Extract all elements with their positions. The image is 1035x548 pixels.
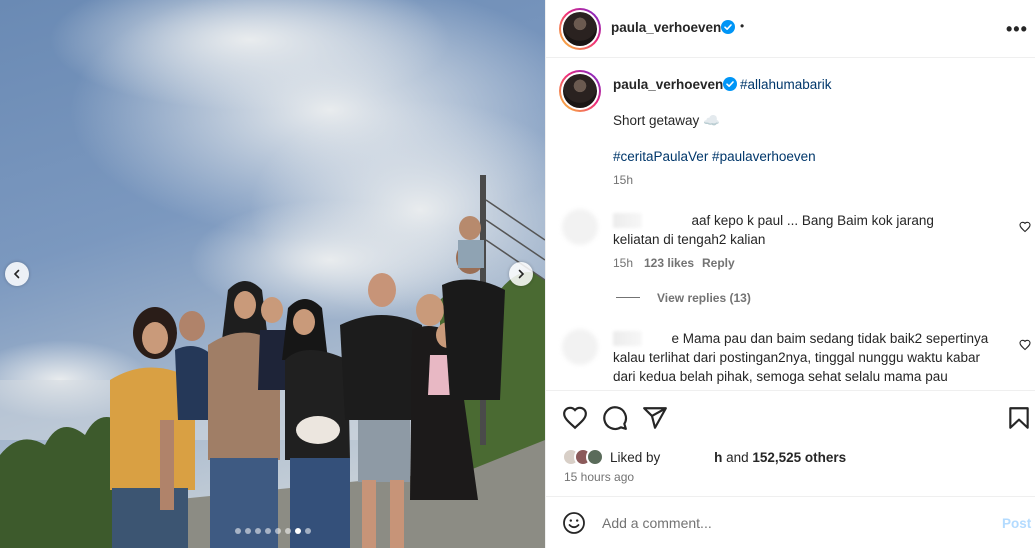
comment-text-line: kalau terlihat dari postingan2nya, tingg… (613, 350, 980, 365)
caption-username[interactable]: paula_verhoeven (613, 77, 723, 92)
comment-avatar[interactable] (562, 329, 598, 365)
bookmark-icon[interactable] (1006, 405, 1032, 431)
carousel-dot (274, 528, 281, 534)
add-comment-bar: Post (546, 496, 1035, 548)
caption-hashtag[interactable]: #allahumabarik (740, 77, 832, 92)
caption-hashtags[interactable]: #ceritaPaulaVer #paulaverhoeven (613, 149, 816, 164)
carousel-indicator (0, 528, 545, 534)
comment-text: user aaf kepo k paul ... Bang Baim kok ja… (613, 213, 934, 228)
comment-avatar[interactable] (562, 209, 598, 245)
carousel-next-button[interactable] (509, 262, 533, 286)
reply-button[interactable]: Reply (702, 256, 735, 270)
comment-username[interactable]: user (613, 331, 642, 346)
comment-username[interactable]: user (613, 213, 642, 228)
carousel-prev-button[interactable] (5, 262, 29, 286)
post-time-ago[interactable]: 15 hours ago (564, 470, 634, 484)
share-icon[interactable] (642, 405, 668, 431)
comment-time: 15h (613, 256, 634, 270)
verified-icon (723, 77, 737, 91)
comment-text-line: keliatan di tengah2 kalian (613, 232, 766, 247)
post-actions: Liked by h and 152,525 others 15 hours a… (546, 390, 1035, 496)
heart-icon[interactable] (1019, 221, 1031, 233)
heart-icon[interactable] (1019, 339, 1031, 351)
comment-text-line: aaf kepo k paul ... Bang Baim kok jarang (691, 213, 934, 228)
liker-username[interactable]: h (714, 450, 722, 465)
likes-count[interactable]: 152,525 others (752, 450, 846, 465)
carousel-dot (234, 528, 241, 534)
heart-icon[interactable] (562, 405, 588, 431)
carousel-dot (254, 528, 261, 534)
comment-icon[interactable] (602, 405, 628, 431)
post-side-panel: paula_verhoeven • ••• paula_verhoeven #a… (545, 0, 1035, 548)
comment-text-line: dari kedua belah pihak, semoga sehat sel… (613, 369, 948, 384)
likes-connector: and (726, 449, 749, 465)
view-replies-button[interactable]: View replies (13) (657, 291, 751, 305)
header-username[interactable]: paula_verhoeven (611, 20, 721, 35)
replies-divider (616, 297, 640, 298)
chevron-right-icon (518, 269, 525, 279)
header-separator: • (740, 19, 745, 33)
post-photo (0, 0, 545, 548)
likes-summary: Liked by h and 152,525 others (562, 445, 846, 469)
comment-text: user e Mama pau dan baim sedang tidak bai… (613, 331, 988, 346)
comments-list: paula_verhoeven #allahumabarik Short get… (546, 59, 1035, 389)
caption-time: 15h (613, 173, 634, 187)
comment-input[interactable] (602, 509, 982, 537)
more-options-button[interactable]: ••• (1006, 19, 1028, 40)
comment-text-line: e Mama pau dan baim sedang tidak baik2 s… (671, 331, 989, 346)
likes-text: Liked by h and 152,525 others (610, 450, 846, 465)
comment-likes[interactable]: 123 likes (644, 256, 694, 270)
caption-avatar[interactable] (559, 70, 601, 112)
carousel-dot (294, 528, 301, 534)
avatar (586, 448, 604, 466)
post-header: paula_verhoeven • ••• (546, 0, 1035, 58)
chevron-left-icon (13, 269, 20, 279)
carousel-dot (264, 528, 271, 534)
carousel-dot (284, 528, 291, 534)
avatar[interactable] (559, 8, 601, 50)
verified-icon (721, 20, 735, 34)
post-comment-button[interactable]: Post (1002, 516, 1031, 531)
emoji-icon[interactable] (562, 511, 586, 535)
post-image (0, 0, 545, 548)
carousel-dot (244, 528, 251, 534)
caption-text: Short getaway ☁️ (613, 113, 720, 128)
likes-prefix: Liked by (610, 449, 661, 465)
carousel-dot (304, 528, 311, 534)
